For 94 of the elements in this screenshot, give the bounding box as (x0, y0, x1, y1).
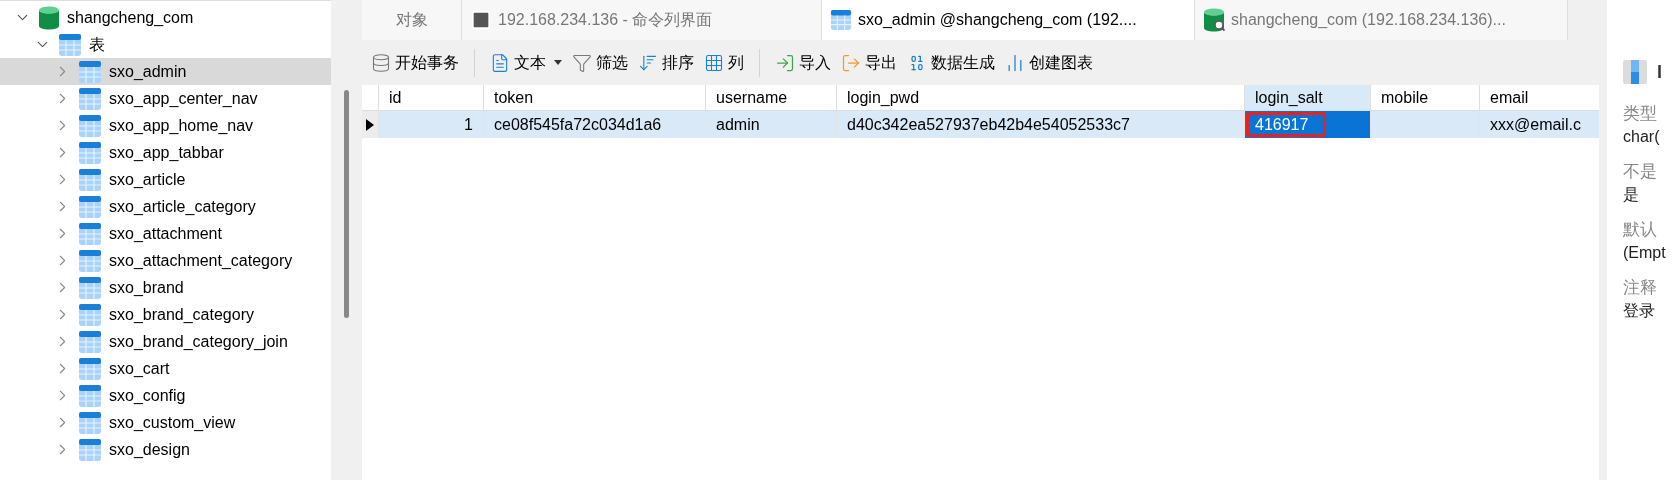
database-icon (38, 5, 60, 30)
table-cell[interactable]: ce08f545fa72c034d1a6 (483, 111, 705, 138)
toolbar-button[interactable]: 排序 (635, 46, 697, 79)
grid-icon (704, 52, 724, 73)
tree-item[interactable]: sxo_brand_category_join (0, 328, 331, 355)
tree-item-label: sxo_brand_category (109, 304, 254, 325)
tree-item-label: sxo_brand (109, 277, 184, 298)
row-marker[interactable] (362, 111, 378, 138)
field-label: 不是 (1623, 161, 1658, 183)
field-label: 类型 (1623, 103, 1658, 125)
field-value: 是 (1623, 185, 1640, 205)
toolbar-button[interactable]: 数据生成 (904, 46, 998, 79)
tab[interactable]: 192.168.234.136 - 命令列界面 (462, 0, 822, 40)
tree-item[interactable]: sxo_design (0, 436, 331, 463)
table-icon (78, 113, 102, 138)
table-cell[interactable]: 416917 (1244, 111, 1370, 138)
toolbar-button[interactable]: 导出 (838, 46, 900, 79)
table-cell[interactable] (1370, 111, 1479, 138)
table-icon (58, 32, 82, 57)
field-value: 登录 (1623, 301, 1656, 321)
table-icon (830, 9, 852, 31)
tree-item[interactable]: sxo_custom_view (0, 409, 331, 436)
tree-item[interactable]: 表 (0, 31, 331, 58)
toolbar-button[interactable]: 创建图表 (1002, 46, 1096, 79)
tree-item-label: sxo_attachment_category (109, 250, 293, 271)
table-icon (78, 167, 102, 192)
toolbar-button[interactable]: 开始事务 (368, 46, 462, 79)
tree-item[interactable]: sxo_admin (0, 58, 331, 85)
tree-item[interactable]: sxo_app_center_nav (0, 85, 331, 112)
table-icon (78, 86, 102, 111)
tree-item-label: sxo_app_tabbar (109, 142, 224, 163)
table-icon (78, 59, 102, 84)
tree-item-label: sxo_cart (109, 358, 170, 379)
table-icon (78, 140, 102, 165)
tree-item-label: sxo_article_category (109, 196, 256, 217)
tree-item-label: sxo_brand_category_join (109, 331, 288, 352)
tree-item-label: sxo_article (109, 169, 186, 190)
tree-item-label: sxo_custom_view (109, 412, 236, 433)
column-header[interactable]: login_salt (1244, 85, 1370, 110)
table-icon (78, 437, 102, 462)
tree-item[interactable]: sxo_article (0, 166, 331, 193)
tab[interactable]: 对象 (362, 0, 462, 40)
database-search-icon (1203, 8, 1225, 32)
table-icon (78, 356, 102, 381)
toolbar-button[interactable]: 筛选 (569, 46, 631, 79)
details-title: l (1657, 60, 1662, 84)
tree-item-label: sxo_app_center_nav (109, 88, 258, 109)
table-icon (78, 248, 102, 273)
tree-item[interactable]: sxo_brand_category (0, 301, 331, 328)
toolbar-button[interactable]: 文本 (487, 46, 565, 79)
field-value: (Empt (1623, 243, 1667, 263)
tree-item-label: sxo_app_home_nav (109, 115, 254, 136)
tree-item[interactable]: sxo_app_tabbar (0, 139, 331, 166)
current-row-icon (366, 118, 374, 131)
export-icon (841, 52, 861, 73)
tree-item-label: sxo_config (109, 385, 186, 406)
tree-item-label: sxo_attachment (109, 223, 222, 244)
tree-item[interactable]: sxo_attachment (0, 220, 331, 247)
tree-item-label: shangcheng_com (67, 7, 194, 28)
tree-item[interactable]: shangcheng_com (0, 4, 331, 31)
table-icon (78, 329, 102, 354)
database-icon (371, 52, 391, 73)
table-cell[interactable]: admin (705, 111, 836, 138)
field-value: char( (1623, 127, 1661, 147)
field-label: 默认 (1623, 219, 1658, 241)
tree-item[interactable]: sxo_article_category (0, 193, 331, 220)
table-cell[interactable]: 1 (378, 111, 483, 138)
scrollbar-thumb[interactable] (344, 90, 349, 318)
column-icon (1623, 60, 1647, 84)
table-cell[interactable]: xxx@email.c (1479, 111, 1599, 138)
table-icon (78, 410, 102, 435)
tree-item[interactable]: sxo_attachment_category (0, 247, 331, 274)
import-icon (775, 52, 795, 73)
caret-icon (554, 60, 562, 65)
table-icon (78, 194, 102, 219)
tree-item-label: 表 (89, 34, 105, 55)
table-cell[interactable]: d40c342ea527937eb42b4e54052533c7 (836, 111, 1244, 138)
field-label: 注释 (1623, 277, 1658, 299)
tree-item-label: sxo_design (109, 439, 190, 460)
table-icon (78, 275, 102, 300)
tree-item[interactable]: sxo_app_home_nav (0, 112, 331, 139)
table-icon (78, 383, 102, 408)
tree-item-label: sxo_admin (109, 61, 187, 82)
toolbar-button[interactable]: 导入 (772, 46, 834, 79)
tab[interactable]: sxo_admin @shangcheng_com (192.... (822, 0, 1195, 40)
tab[interactable]: shangcheng_com (192.168.234.136)... (1195, 0, 1568, 40)
document-icon (490, 52, 510, 73)
toolbar-button[interactable]: 列 (701, 46, 747, 79)
tree-item[interactable]: sxo_config (0, 382, 331, 409)
table-icon (78, 302, 102, 327)
tree-item[interactable]: sxo_cart (0, 355, 331, 382)
tree-item[interactable]: sxo_brand (0, 274, 331, 301)
table-icon (78, 221, 102, 246)
filter-icon (572, 52, 592, 73)
